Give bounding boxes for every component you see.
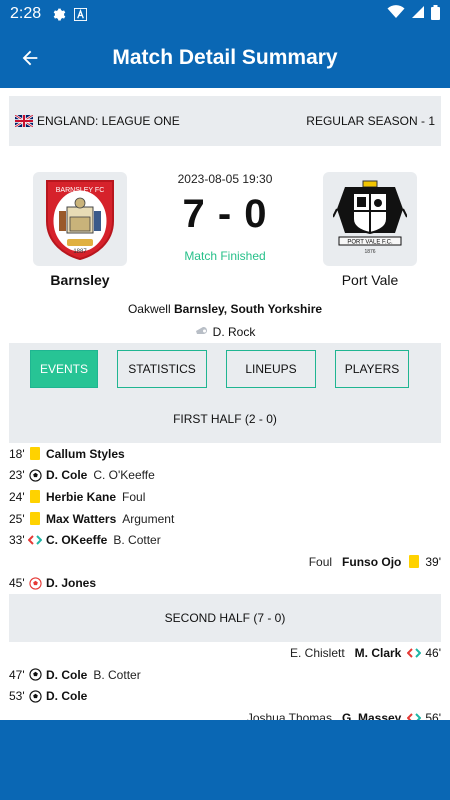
event-player: M. Clark [354,645,402,660]
event-detail: E. Chislett [289,645,345,660]
match-status: Match Finished [184,249,266,263]
svg-text:PORT VALE F.C.: PORT VALE F.C. [347,240,393,246]
event-player: G. Massey [341,710,402,720]
yellow-card-icon [28,490,42,504]
away-team-name: Port Vale [341,272,399,288]
second-half-header: SECOND HALF (7 - 0) [9,594,441,643]
event-row[interactable]: 25' Max Watters Argument [9,508,441,530]
barnsley-crest-icon: BARNSLEY FC 1887 [46,180,114,261]
event-minute: 33' [9,533,25,548]
event-detail: Argument [122,511,175,526]
event-minute: 18' [9,446,25,461]
event-player: D. Cole [46,689,88,704]
match-score: 7 - 0 [182,192,268,236]
app-bar: Match Detail Summary [0,28,450,88]
substitution-icon [407,646,422,660]
system-navigation-bar [0,720,450,800]
svg-text:1876: 1876 [364,249,375,255]
match-detail-frame: ENGLAND: LEAGUE ONE REGULAR SEASON - 1 B [9,96,441,720]
cellular-signal-icon [411,5,425,23]
match-datetime: 2023-08-05 19:30 [177,172,273,186]
font-a-icon [74,7,88,21]
event-minute: 45' [9,576,25,591]
wifi-icon [387,5,405,23]
event-player: D. Jones [46,576,97,591]
status-bar: 2:28 [0,0,450,28]
event-detail: Foul [308,554,333,569]
event-detail: Joshua Thomas [246,710,332,720]
away-team-logo: PORT VALE F.C. 1876 [323,172,417,266]
event-row[interactable]: 47' D. Cole B. Cotter [9,664,441,686]
event-row[interactable]: 18' Callum Styles [9,443,441,465]
red-ball-icon [28,576,42,590]
home-team-logo: BARNSLEY FC 1887 [33,172,127,266]
venue-city: Barnsley, South Yorkshire [173,302,323,316]
event-player: Callum Styles [46,446,125,461]
event-player: D. Cole [46,667,88,682]
first-half-header: FIRST HALF (2 - 0) [9,395,441,443]
uk-flag-icon [15,115,33,127]
referee-line: D. Rock [9,324,441,339]
away-team[interactable]: PORT VALE F.C. 1876 Port Vale [323,172,417,288]
event-row[interactable]: 24' Herbie Kane Foul [9,486,441,508]
whistle-icon [195,324,209,339]
settings-gear-icon [51,7,66,22]
event-minute: 39' [425,554,441,569]
event-player: D. Cole [46,468,88,483]
goal-ball-icon [28,668,42,682]
page-title: Match Detail Summary [112,46,338,69]
event-minute: 53' [9,689,25,704]
referee-name: D. Rock [212,324,256,339]
home-team[interactable]: BARNSLEY FC 1887 Barnsley [33,172,127,288]
venue-line: Oakwell Barnsley, South Yorkshire [9,302,441,316]
tab-events[interactable]: EVENTS [30,350,98,388]
event-row[interactable]: 53' D. Cole [9,685,441,707]
event-player: Herbie Kane [46,489,117,504]
season-round: REGULAR SEASON - 1 [306,114,435,128]
league-bar: ENGLAND: LEAGUE ONE REGULAR SEASON - 1 [9,96,441,146]
score-panel: 2023-08-05 19:30 7 - 0 Match Finished [139,172,311,263]
event-player: Max Watters [46,511,117,526]
back-arrow-icon[interactable] [0,28,60,88]
goal-ball-icon [28,689,42,703]
event-detail: C. O'Keeffe [93,468,155,483]
event-minute: 24' [9,489,25,504]
substitution-icon [28,533,42,547]
battery-icon [431,4,440,24]
svg-text:1887: 1887 [73,249,87,255]
event-minute: 25' [9,511,25,526]
svg-text:BARNSLEY FC: BARNSLEY FC [56,187,105,194]
venue-name: Oakwell [127,302,171,316]
port-vale-crest-icon: PORT VALE F.C. 1876 [333,180,407,255]
league-name: ENGLAND: LEAGUE ONE [37,114,180,128]
event-row[interactable]: Foul Funso Ojo 39' [9,551,441,573]
event-row[interactable]: Joshua Thomas G. Massey 56' [9,707,441,720]
event-row[interactable]: 45' D. Jones [9,573,441,595]
substitution-icon [407,711,422,720]
event-minute: 47' [9,667,25,682]
tab-statistics[interactable]: STATISTICS [117,350,207,388]
event-row[interactable]: 33' C. OKeeffe B. Cotter [9,529,441,551]
yellow-card-icon [28,447,42,461]
match-header: BARNSLEY FC 1887 Barnsley 2023-08-05 19:… [9,146,441,294]
match-detail-content[interactable]: ENGLAND: LEAGUE ONE REGULAR SEASON - 1 B [0,88,450,720]
tab-players[interactable]: PLAYERS [335,350,409,388]
event-minute: 46' [425,645,441,660]
home-team-name: Barnsley [50,272,110,288]
status-time: 2:28 [10,5,42,22]
tab-lineups[interactable]: LINEUPS [226,350,316,388]
event-minute: 56' [425,710,441,720]
yellow-card-icon [28,512,42,526]
event-player: C. OKeeffe [46,533,108,548]
event-row[interactable]: 23' D. Cole C. O'Keeffe [9,465,441,487]
event-player: Funso Ojo [342,554,402,569]
event-detail: Foul [122,489,146,504]
event-detail: B. Cotter [113,533,161,548]
yellow-card-icon [407,555,421,569]
tab-bar: EVENTS STATISTICS LINEUPS PLAYERS [9,343,441,395]
goal-ball-icon [28,468,42,482]
event-minute: 23' [9,468,25,483]
event-row[interactable]: E. Chislett M. Clark 46' [9,642,441,664]
event-detail: B. Cotter [93,667,141,682]
